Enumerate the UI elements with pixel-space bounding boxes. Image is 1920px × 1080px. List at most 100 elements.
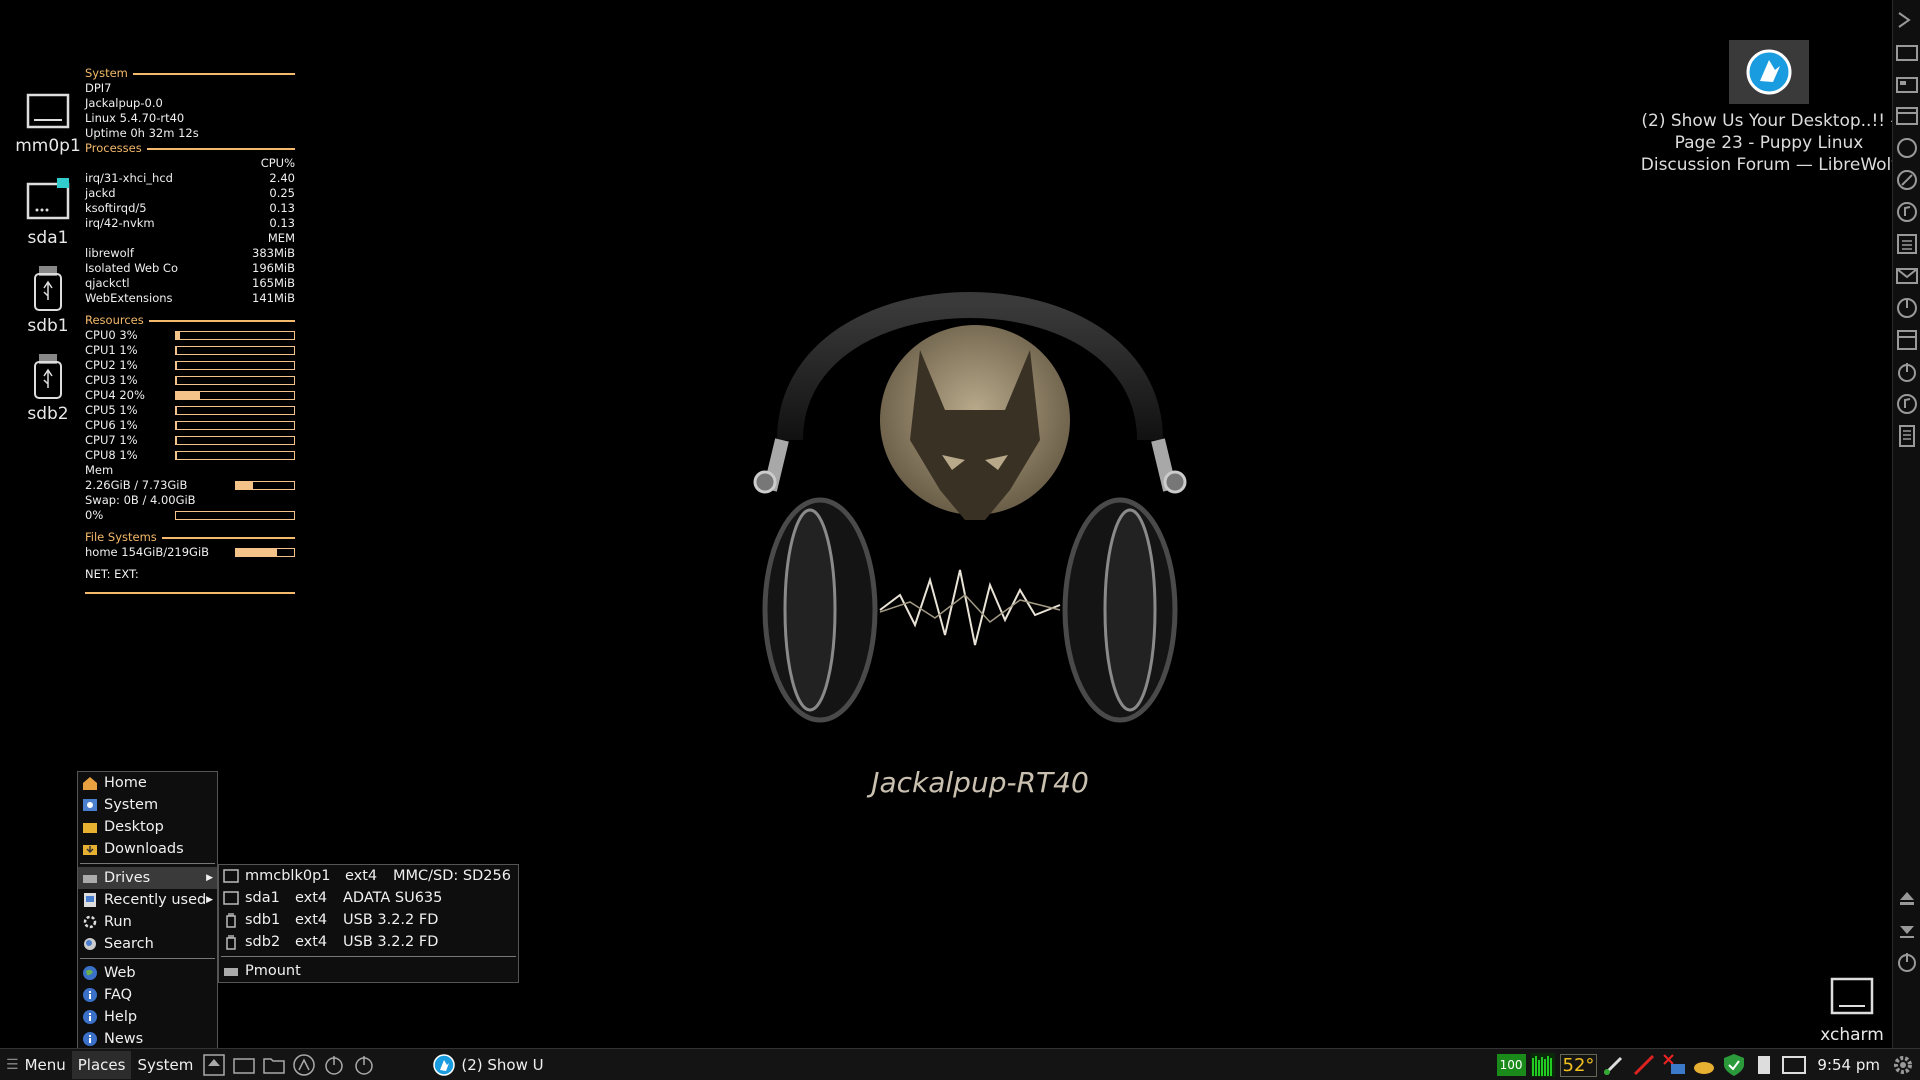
drive-tray-icon[interactable]: [1691, 1052, 1717, 1078]
browser-icon[interactable]: [1895, 136, 1919, 160]
places-item-help[interactable]: Help: [78, 1006, 217, 1028]
document-icon[interactable]: [1895, 424, 1919, 448]
folder-icon[interactable]: [1895, 40, 1919, 64]
eject-icon[interactable]: [201, 1052, 227, 1078]
downloads-icon: [82, 841, 98, 857]
gear-icon[interactable]: [1890, 1052, 1916, 1078]
conky-monitor: System DPI7 Jackalpup-0.0 Linux 5.4.70-r…: [85, 66, 295, 594]
places-item-recently-used[interactable]: Recently used ▶: [78, 889, 217, 911]
folder-open-icon[interactable]: [1895, 72, 1919, 96]
taskbar-window-button[interactable]: (2) Show U: [429, 1051, 609, 1079]
monitor-icon: [1830, 977, 1874, 1015]
drive-item-pmount[interactable]: Pmount: [219, 960, 518, 982]
librewolf-icon: [433, 1053, 456, 1076]
conky-cpu-row: CPU2 1%: [85, 358, 295, 373]
places-item-desktop[interactable]: Desktop: [78, 816, 217, 838]
drive-icon: [223, 963, 239, 979]
battery-indicator[interactable]: 100: [1496, 1054, 1526, 1076]
conky-process-row: ksoftirqd/5 0.13: [85, 201, 295, 215]
browser-icon[interactable]: [291, 1052, 317, 1078]
taskbar: ☰ Menu Places System (2) Show U 100 52° 9…: [0, 1048, 1920, 1080]
show-desktop-icon[interactable]: [1781, 1052, 1807, 1078]
places-item-search[interactable]: Search: [78, 933, 217, 955]
conky-process-row: qjackctl 165MiB: [85, 276, 295, 290]
system-button[interactable]: System: [131, 1051, 199, 1079]
layout-icon[interactable]: [1895, 328, 1919, 352]
iconified-browser-window[interactable]: (2) Show Us Your Desktop..!! - Page 23 -…: [1640, 40, 1898, 176]
conky-swap-row: 0%: [85, 508, 295, 523]
drive-item-mmcblk0p1[interactable]: mmcblk0p1 ext4 MMC/SD: SD256: [219, 865, 518, 887]
submenu-arrow-icon: ▶: [206, 895, 213, 905]
submenu-arrow-icon: ▶: [206, 873, 213, 883]
power-icon[interactable]: [1895, 360, 1919, 384]
cpu-bar: [175, 361, 295, 370]
places-item-home[interactable]: Home: [78, 772, 217, 794]
info-icon: [82, 1031, 98, 1047]
places-button[interactable]: Places: [71, 1050, 132, 1079]
desktop-drive-mm0p1[interactable]: mm0p1: [8, 92, 88, 156]
conky-cpu-row: CPU4 20%: [85, 388, 295, 403]
desktop-icon-label: sdb2: [27, 404, 69, 424]
shutdown-icon[interactable]: [351, 1052, 377, 1078]
conky-section-header: File Systems: [85, 530, 295, 545]
desktop-drive-sdb1[interactable]: sdb1: [8, 264, 88, 336]
firewall-shield-icon[interactable]: [1721, 1052, 1747, 1078]
drive-icon: [223, 868, 239, 884]
folder-icon[interactable]: [231, 1052, 257, 1078]
clipboard-icon[interactable]: [1751, 1052, 1777, 1078]
conky-process-row: Isolated Web Co 196MiB: [85, 261, 295, 275]
conky-process-row: irq/42-nvkm 0.13: [85, 216, 295, 230]
usb-drive-icon: [34, 354, 62, 399]
conky-process-row: librewolf 383MiB: [85, 246, 295, 260]
home-icon: [82, 775, 98, 791]
window-icon-label: (2) Show Us Your Desktop..!! - Page 23 -…: [1640, 111, 1898, 175]
drive-icon: [26, 178, 70, 220]
conky-cpu-row: CPU6 1%: [85, 418, 295, 433]
temperature-indicator[interactable]: 52°: [1559, 1053, 1598, 1077]
clock[interactable]: 9:54 pm: [1811, 1056, 1886, 1074]
cpu-graph-icon[interactable]: [1530, 1052, 1556, 1078]
shutdown-icon[interactable]: [1895, 950, 1919, 974]
mail-icon[interactable]: [1895, 264, 1919, 288]
places-item-web[interactable]: Web: [78, 962, 217, 984]
gear-icon: [82, 914, 98, 930]
drive-icon: [82, 870, 98, 886]
terminal-icon[interactable]: [1895, 8, 1919, 32]
wallpaper-title: Jackalpup-RT40: [871, 766, 1089, 799]
edit-icon[interactable]: [1895, 168, 1919, 192]
desktop-drive-sdb2[interactable]: sdb2: [8, 352, 88, 424]
conky-net: NET: EXT:: [85, 567, 139, 581]
right-launcher-strip: [1892, 0, 1920, 1048]
drive-item-sdb1[interactable]: sdb1 ext4 USB 3.2.2 FD: [219, 909, 518, 931]
drive-item-sda1[interactable]: sda1 ext4 ADATA SU635: [219, 887, 518, 909]
places-item-drives[interactable]: Drives ▶: [78, 867, 217, 889]
places-item-system[interactable]: System: [78, 794, 217, 816]
places-item-faq[interactable]: FAQ: [78, 984, 217, 1006]
red-pencil-icon[interactable]: [1631, 1052, 1657, 1078]
music-icon[interactable]: [1895, 200, 1919, 224]
cpu-bar: [175, 421, 295, 430]
download-icon[interactable]: [1895, 918, 1919, 942]
search-icon: [82, 936, 98, 952]
pencil-icon[interactable]: [1601, 1052, 1627, 1078]
folder-icon[interactable]: [261, 1052, 287, 1078]
conky-system-line: Linux 5.4.70-rt40: [85, 111, 185, 125]
cpu-bar: [175, 451, 295, 460]
menu-button[interactable]: ☰ Menu: [0, 1051, 72, 1079]
conky-section-header: System: [85, 66, 295, 81]
xcharm-desktop-icon[interactable]: xcharm: [1812, 976, 1892, 1045]
xcharm-label: xcharm: [1820, 1025, 1884, 1045]
window-icon[interactable]: [1895, 104, 1919, 128]
places-item-downloads[interactable]: Downloads: [78, 838, 217, 860]
power-icon[interactable]: [321, 1052, 347, 1078]
places-item-run[interactable]: Run: [78, 911, 217, 933]
pie-chart-icon[interactable]: [1895, 296, 1919, 320]
eject-icon[interactable]: [1895, 886, 1919, 910]
places-item-news[interactable]: News: [78, 1028, 217, 1050]
network-disconnected-icon[interactable]: [1661, 1052, 1687, 1078]
audio-icon[interactable]: [1895, 392, 1919, 416]
drive-item-sdb2[interactable]: sdb2 ext4 USB 3.2.2 FD: [219, 931, 518, 953]
calculator-icon[interactable]: [1895, 232, 1919, 256]
cpu-bar: [175, 331, 295, 340]
desktop-drive-sda1[interactable]: sda1: [8, 178, 88, 248]
